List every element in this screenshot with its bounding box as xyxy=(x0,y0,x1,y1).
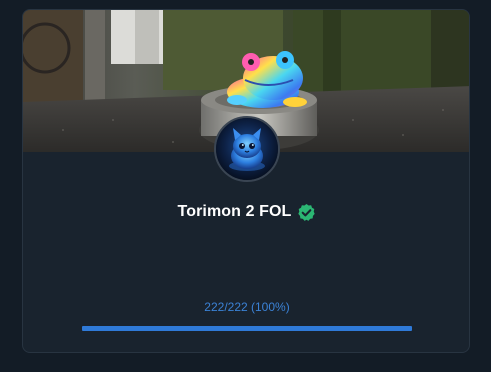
collection-title-row: Torimon 2 FOL xyxy=(23,200,469,224)
collection-title[interactable]: Torimon 2 FOL xyxy=(178,203,292,221)
collection-avatar[interactable] xyxy=(214,116,280,182)
mint-progress-fill xyxy=(82,326,412,331)
collection-card[interactable]: Torimon 2 FOL 222/222 (100%) xyxy=(22,9,470,353)
check-circle-icon xyxy=(297,203,316,222)
mint-progress-label: 222/222 (100%) xyxy=(204,300,290,314)
mint-progress-bar xyxy=(82,326,412,331)
